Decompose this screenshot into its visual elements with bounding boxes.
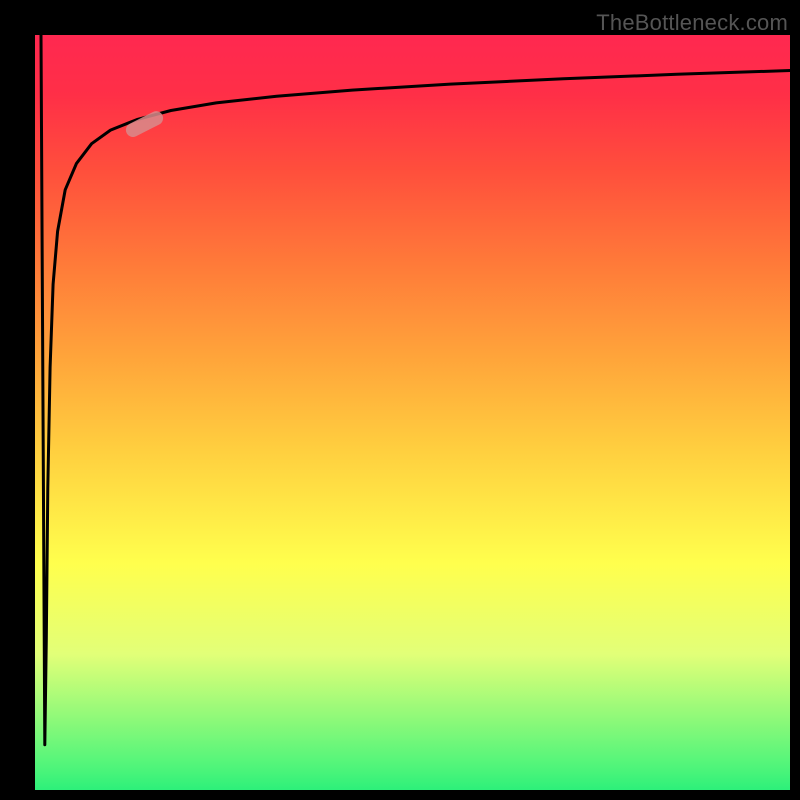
- chart-frame: TheBottleneck.com: [0, 0, 800, 800]
- watermark-label: TheBottleneck.com: [596, 10, 788, 36]
- bottleneck-curve: [41, 35, 790, 745]
- curve-layer: [35, 35, 790, 790]
- plot-area: [35, 35, 790, 790]
